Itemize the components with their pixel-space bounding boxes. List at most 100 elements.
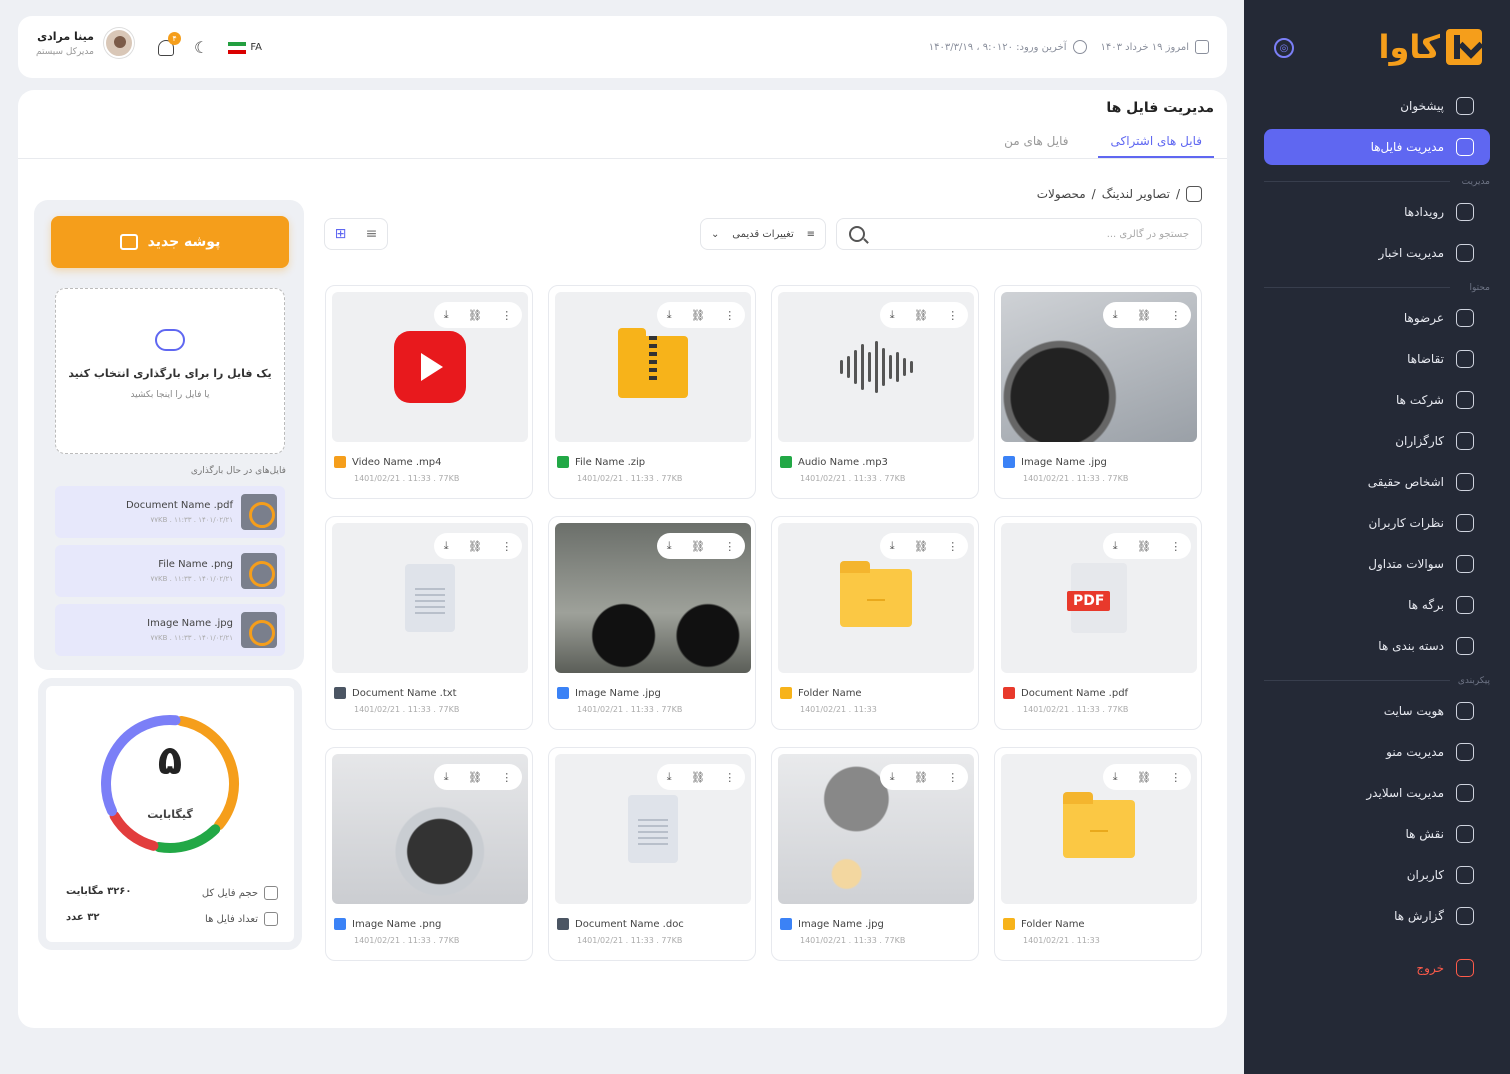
moon-icon[interactable]: ☾ (194, 38, 208, 57)
file-meta: 1401/02/21 . 11:33 . 77KB (354, 936, 460, 945)
more-icon[interactable]: ⋮ (947, 309, 958, 322)
home-icon[interactable] (1186, 186, 1202, 202)
sidebar-item-slider[interactable]: مدیریت اسلایدر (1264, 775, 1490, 811)
clock-icon (1072, 40, 1087, 54)
download-icon[interactable]: ⤓ (1113, 539, 1118, 553)
sidebar-item-site-identity[interactable]: هویت سایت (1264, 693, 1490, 729)
file-card[interactable]: ⤓ ⛓ ⋮ Image Name .jpg 1401/02/21 . 11:33 . 7… (771, 747, 979, 961)
list-view-icon[interactable]: ≡ (366, 226, 378, 242)
link-icon[interactable]: ⛓ (1137, 771, 1151, 784)
link-icon[interactable]: ⛓ (468, 309, 482, 322)
download-icon[interactable]: ⤓ (890, 770, 895, 784)
sidebar-item-pages[interactable]: برگه ها (1264, 587, 1490, 623)
download-icon[interactable]: ⤓ (667, 770, 672, 784)
sidebar-item-menu[interactable]: مدیریت منو (1264, 734, 1490, 770)
download-icon[interactable]: ⤓ (667, 539, 672, 553)
grid-view-icon[interactable]: ⊞ (335, 226, 347, 242)
sidebar-item-brokers[interactable]: کارگزاران (1264, 423, 1490, 459)
new-folder-button[interactable]: پوشه جدید (51, 216, 289, 268)
link-icon[interactable]: ⛓ (1137, 540, 1151, 553)
download-icon[interactable]: ⤓ (1113, 770, 1118, 784)
more-icon[interactable]: ⋮ (501, 771, 512, 784)
monitor-icon (1456, 702, 1474, 720)
download-icon[interactable]: ⤓ (667, 308, 672, 322)
files-icon (264, 912, 278, 926)
bell-icon[interactable]: ۴ (158, 31, 181, 56)
tab-shared-files[interactable]: فایل های اشتراکی (1098, 134, 1214, 158)
file-card[interactable]: ⤓ ⛓ ⋮ Document Name .doc 1401/02/21 . 11:33 … (548, 747, 756, 961)
sidebar-item-companies[interactable]: شرکت ها (1264, 382, 1490, 418)
link-icon[interactable]: ⛓ (691, 771, 705, 784)
breadcrumb-item[interactable]: تصاویر لندینگ (1102, 187, 1170, 201)
download-icon[interactable]: ⤓ (1113, 308, 1118, 322)
file-card[interactable]: ⤓ ⛓ ⋮ Image Name .jpg 1401/02/21 . 11:33 . 7… (994, 285, 1202, 499)
more-icon[interactable]: ⋮ (724, 309, 735, 322)
more-icon[interactable]: ⋮ (1170, 540, 1181, 553)
more-icon[interactable]: ⋮ (724, 540, 735, 553)
breadcrumb-item[interactable]: محصولات (1037, 187, 1086, 201)
more-icon[interactable]: ⋮ (501, 309, 512, 322)
avatar[interactable] (103, 28, 134, 58)
file-card[interactable]: ⤓ ⛓ ⋮ File Name .zip 1401/02/21 . 11:33 . 77… (548, 285, 756, 499)
hash-icon (1456, 637, 1474, 655)
sidebar-item-faq[interactable]: سوالات متداول (1264, 546, 1490, 582)
link-icon[interactable]: ⛓ (468, 771, 482, 784)
sidebar-item-persons[interactable]: اشخاص حقیقی (1264, 464, 1490, 500)
file-card[interactable]: ⤓ ⛓ ⋮ Audio Name .mp3 1401/02/21 . 11:33 . 7… (771, 285, 979, 499)
download-icon[interactable]: ⤓ (444, 308, 449, 322)
download-icon[interactable]: ⤓ (444, 770, 449, 784)
file-card[interactable]: ⤓ ⛓ ⋮ Document Name .txt 1401/02/21 . 11:33 … (325, 516, 533, 730)
more-icon[interactable]: ⋮ (947, 771, 958, 784)
link-icon[interactable]: ⛓ (468, 540, 482, 553)
sidebar-item-reports[interactable]: گزارش ها (1264, 898, 1490, 934)
tab-my-files[interactable]: فایل های من (1004, 134, 1068, 158)
sidebar-item-comments[interactable]: نظرات کاربران (1264, 505, 1490, 541)
file-name: Image Name .jpg (798, 918, 884, 930)
upload-item[interactable]: Image Name .jpg ۱۴۰۱/۰۲/۲۱ . ۱۱:۳۳ . ۷۷K… (55, 604, 285, 656)
more-icon[interactable]: ⋮ (1170, 309, 1181, 322)
compass-icon[interactable]: ◎ (1274, 38, 1294, 58)
upload-dropzone[interactable]: یک فایل را برای بارگذاری انتخاب کنید یا … (55, 288, 285, 454)
sidebar-item-users[interactable]: کاربران (1264, 857, 1490, 893)
sidebar-item-news[interactable]: مدیریت اخبار (1264, 235, 1490, 271)
file-card[interactable]: ⤓ ⛓ ⋮ Image Name .jpg 1401/02/21 . 11:33 . 7… (548, 516, 756, 730)
user-profile[interactable]: مینا مرادی مدیرکل سیستم (36, 28, 134, 58)
sidebar-item-dashboard[interactable]: پیشخوان (1264, 88, 1490, 124)
upload-item[interactable]: Document Name .pdf ۱۴۰۱/۰۲/۲۱ . ۱۱:۳۳ . … (55, 486, 285, 538)
storage-unit: گیگابایت (147, 808, 193, 821)
link-icon[interactable]: ⛓ (914, 771, 928, 784)
file-name: Audio Name .mp3 (798, 456, 888, 468)
sort-dropdown[interactable]: ≡ تغییرات قدیمی ⌄ (700, 218, 826, 250)
more-icon[interactable]: ⋮ (501, 540, 512, 553)
search-input[interactable]: جستجو در گالری ... (836, 218, 1202, 250)
more-icon[interactable]: ⋮ (724, 771, 735, 784)
download-icon[interactable]: ⤓ (890, 539, 895, 553)
link-icon[interactable]: ⛓ (1137, 309, 1151, 322)
brand-logo[interactable]: کاوا (1379, 28, 1482, 66)
more-icon[interactable]: ⋮ (1170, 771, 1181, 784)
sidebar-item-logout[interactable]: خروج (1264, 950, 1490, 986)
home-icon (1456, 97, 1474, 115)
file-card[interactable]: PDF ⤓ ⛓ ⋮ Document Name .pdf 1401/02/21 . 11:… (994, 516, 1202, 730)
file-card[interactable]: ⤓ ⛓ ⋮ Image Name .png 1401/02/21 . 11:33 . 7… (325, 747, 533, 961)
link-icon[interactable]: ⛓ (914, 309, 928, 322)
link-icon[interactable]: ⛓ (691, 540, 705, 553)
language-switch[interactable]: FA (228, 41, 262, 54)
download-icon[interactable]: ⤓ (890, 308, 895, 322)
link-icon[interactable]: ⛓ (914, 540, 928, 553)
view-toggle: ⊞ ≡ (324, 218, 388, 250)
file-card[interactable]: ⤓ ⛓ ⋮ Folder Name 1401/02/21 . 11:33 (771, 516, 979, 730)
upload-item[interactable]: File Name .png ۱۴۰۱/۰۲/۲۱ . ۱۱:۳۳ . ۷۷KB (55, 545, 285, 597)
file-card[interactable]: ⤓ ⛓ ⋮ Folder Name 1401/02/21 . 11:33 (994, 747, 1202, 961)
sidebar-item-events[interactable]: رویدادها (1264, 194, 1490, 230)
sidebar-item-categories[interactable]: دسته بندی ها (1264, 628, 1490, 664)
download-icon[interactable]: ⤓ (444, 539, 449, 553)
sidebar-item-roles[interactable]: نقش ها (1264, 816, 1490, 852)
file-card[interactable]: ⤓ ⛓ ⋮ Video Name .mp4 1401/02/21 . 11:33 . 7… (325, 285, 533, 499)
more-icon[interactable]: ⋮ (947, 540, 958, 553)
sidebar-item-file-manager[interactable]: مدیریت فایل‌ها (1264, 129, 1490, 165)
sidebar-item-offers[interactable]: عرضوها (1264, 300, 1490, 336)
link-icon[interactable]: ⛓ (691, 309, 705, 322)
sidebar-item-requests[interactable]: تقاضاها (1264, 341, 1490, 377)
iran-flag-icon (228, 41, 247, 54)
